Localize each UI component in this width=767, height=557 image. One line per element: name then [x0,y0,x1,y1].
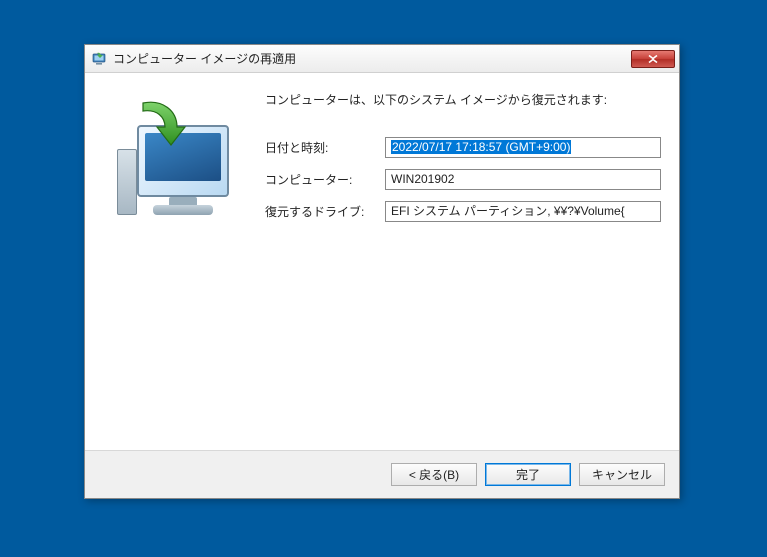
datetime-field[interactable]: 2022/07/17 17:18:57 (GMT+9:00) [385,137,661,158]
dialog-content: コンピューターは、以下のシステム イメージから復元されます: 日付と時刻: 20… [85,73,679,498]
titlebar: コンピューター イメージの再適用 [85,45,679,73]
main-area: コンピューターは、以下のシステム イメージから復元されます: 日付と時刻: 20… [85,73,679,450]
illustration-pane [85,73,255,450]
datetime-label: 日付と時刻: [265,139,385,156]
drives-value: EFI システム パーティション, ¥¥?¥Volume{ [391,204,625,218]
info-pane: コンピューターは、以下のシステム イメージから復元されます: 日付と時刻: 20… [255,73,679,450]
field-computer: コンピューター: WIN201902 [265,168,661,190]
intro-text: コンピューターは、以下のシステム イメージから復元されます: [265,91,661,108]
cancel-button[interactable]: キャンセル [579,463,665,486]
field-datetime: 日付と時刻: 2022/07/17 17:18:57 (GMT+9:00) [265,136,661,158]
computer-value: WIN201902 [391,172,454,186]
back-button[interactable]: < 戻る(B) [391,463,477,486]
datetime-value: 2022/07/17 17:18:57 (GMT+9:00) [391,140,571,154]
close-icon [648,55,658,63]
reimage-dialog: コンピューター イメージの再適用 [84,44,680,499]
close-button[interactable] [631,50,675,68]
restore-arrow-icon [129,95,189,155]
computer-label: コンピューター: [265,171,385,188]
app-icon [91,51,107,67]
button-bar: < 戻る(B) 完了 キャンセル [85,450,679,498]
field-drives: 復元するドライブ: EFI システム パーティション, ¥¥?¥Volume{ [265,200,661,222]
dialog-title: コンピューター イメージの再適用 [113,50,631,67]
drives-field[interactable]: EFI システム パーティション, ¥¥?¥Volume{ [385,201,661,222]
computer-field[interactable]: WIN201902 [385,169,661,190]
finish-button[interactable]: 完了 [485,463,571,486]
drives-label: 復元するドライブ: [265,203,385,220]
computer-restore-illustration [103,91,243,241]
